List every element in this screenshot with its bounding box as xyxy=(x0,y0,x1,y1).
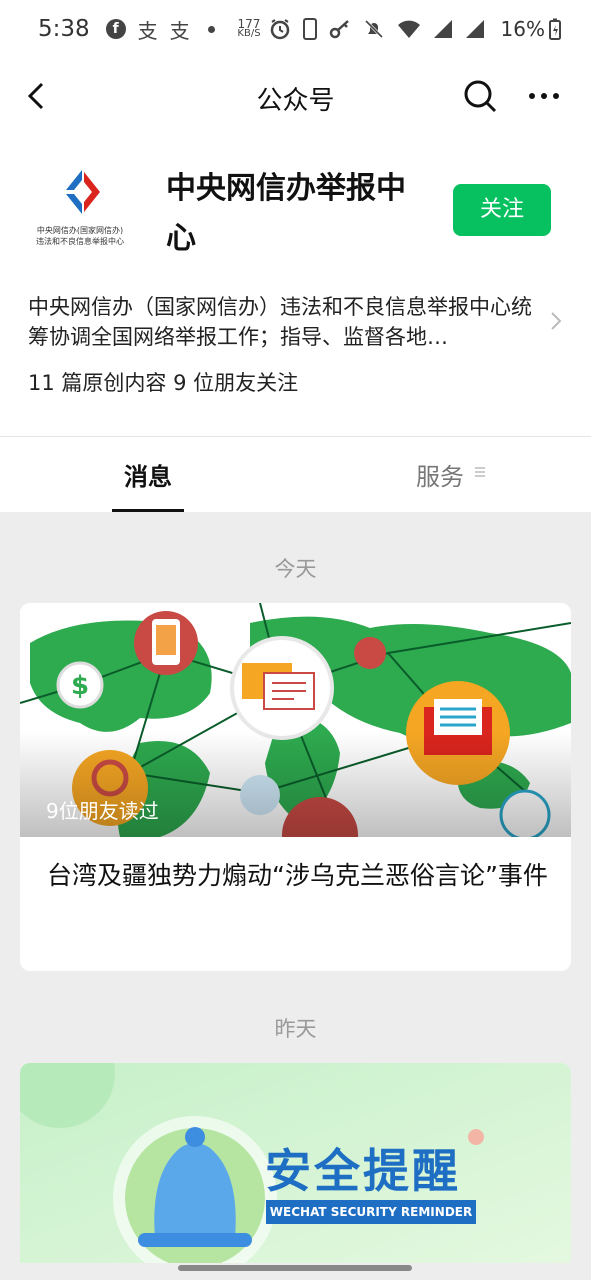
follow-button[interactable]: 关注 xyxy=(453,184,551,236)
net-speed-unit: KB/S xyxy=(237,28,261,39)
dot-icon xyxy=(207,25,215,33)
search-icon[interactable] xyxy=(460,76,500,116)
tab-active-indicator xyxy=(112,509,184,512)
facebook-icon: f xyxy=(105,19,126,39)
account-stats: 11 篇原创内容 9 位朋友关注 xyxy=(28,371,299,395)
reminder-title: 安全提醒 xyxy=(265,1144,461,1198)
logo-caption-2: 违法和不良信息举报中心 xyxy=(36,237,124,246)
phone-icon xyxy=(302,18,317,40)
menu-lines-icon xyxy=(475,467,485,477)
article-card[interactable]: 安全提醒 WECHAT SECURITY REMINDER xyxy=(20,1063,571,1263)
alipay-icon: 支 xyxy=(169,18,190,43)
net-speed: 177 KB/S xyxy=(237,18,261,39)
battery-text: 16% xyxy=(500,17,545,41)
article-card[interactable]: $ 9位朋友读过 台湾及疆独势力煽动“涉乌克兰恶俗言论”事件 xyxy=(20,603,571,971)
home-indicator[interactable] xyxy=(178,1265,412,1271)
signal-icon xyxy=(465,20,484,38)
more-icon[interactable] xyxy=(524,76,564,116)
alipay-icon: 支 xyxy=(137,18,158,43)
account-profile: 中央网信办(国家网信办) 违法和不良信息举报中心 中央网信办举报中心 关注 中央… xyxy=(0,136,591,436)
logo-caption-1: 中央网信办(国家网信办) xyxy=(36,226,124,235)
chevron-right-icon[interactable] xyxy=(549,310,563,332)
mute-icon xyxy=(364,19,383,39)
date-label-yesterday: 昨天 xyxy=(274,1017,317,1041)
tab-messages[interactable]: 消息 xyxy=(112,457,184,492)
page-title: 公众号 xyxy=(256,86,335,116)
friends-read-badge: 9位朋友读过 xyxy=(46,799,159,823)
article-headline[interactable]: 台湾及疆独势力煽动“涉乌克兰恶俗言论”事件 xyxy=(47,857,552,895)
tab-bar: 消息 服务 xyxy=(0,436,591,512)
account-name: 中央网信办举报中心 xyxy=(166,171,406,256)
account-description[interactable]: 中央网信办（国家网信办）违法和不良信息举报中心统筹协调全国网络举报工作；指导、监… xyxy=(28,292,543,352)
battery-icon xyxy=(549,18,561,40)
wifi-icon xyxy=(397,20,420,38)
alarm-icon xyxy=(270,19,289,40)
date-label-today: 今天 xyxy=(274,557,317,581)
signal-icon xyxy=(433,20,452,38)
reminder-subtitle: WECHAT SECURITY REMINDER xyxy=(266,1200,476,1224)
nav-bar: 公众号 xyxy=(0,58,591,136)
status-bar: 5:38 f 支 支 177 KB/S 16% xyxy=(0,0,591,58)
status-time: 5:38 xyxy=(38,16,90,42)
logo-mark-icon xyxy=(66,170,100,214)
tab-services[interactable]: 服务 xyxy=(416,457,464,492)
key-icon xyxy=(329,20,349,39)
account-logo: 中央网信办(国家网信办) 违法和不良信息举报中心 xyxy=(30,168,130,248)
